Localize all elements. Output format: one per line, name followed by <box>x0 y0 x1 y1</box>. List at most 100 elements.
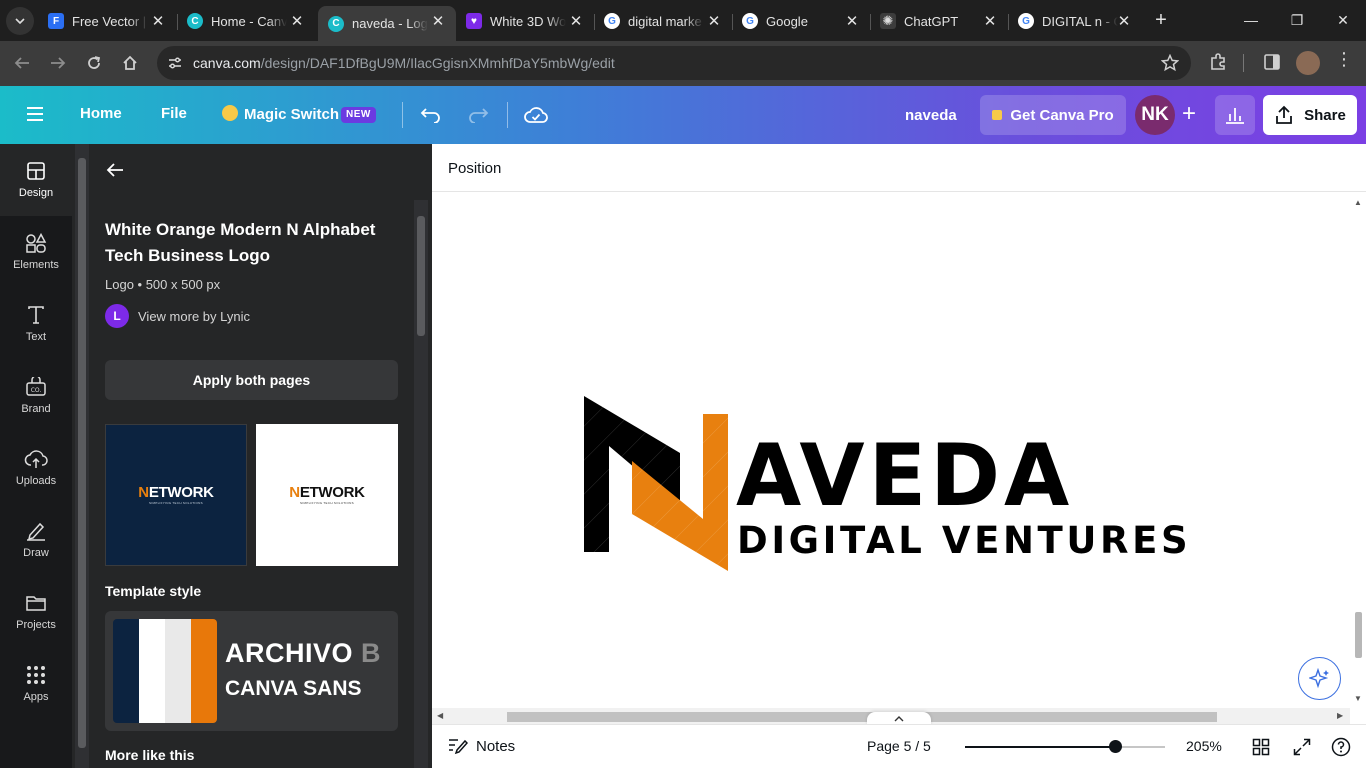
extensions-icon[interactable] <box>1208 52 1228 77</box>
position-button[interactable]: Position <box>448 160 501 177</box>
rail-item-brand[interactable]: CO. Brand <box>0 360 72 432</box>
hamburger-menu-icon[interactable] <box>25 105 45 128</box>
tab-search-button[interactable] <box>6 7 34 35</box>
template-page-thumbnail[interactable]: NETWORK SIMPLIFYING TECH SOLUTIONS <box>256 424 398 566</box>
close-tab-icon[interactable]: ✕ <box>566 11 586 31</box>
tab-title: ChatGPT <box>904 13 959 29</box>
share-button[interactable]: Share <box>1263 95 1357 135</box>
restore-icon[interactable]: ❐ <box>1283 7 1311 33</box>
rail-item-apps[interactable]: Apps <box>0 648 72 720</box>
rail-scrollbar[interactable] <box>75 144 89 768</box>
scroll-up-icon[interactable]: ▲ <box>1354 198 1362 207</box>
fullscreen-icon[interactable] <box>1291 736 1313 758</box>
canva-assistant-button[interactable] <box>1298 657 1341 700</box>
author-link[interactable]: L View more by Lynic <box>105 304 250 328</box>
crown-icon <box>992 110 1003 120</box>
close-tab-icon[interactable]: ✕ <box>704 11 724 31</box>
scrollbar-thumb[interactable] <box>507 712 1217 722</box>
help-icon[interactable] <box>1330 736 1352 758</box>
logo-n-mark[interactable] <box>582 394 732 579</box>
notes-button[interactable]: Notes <box>448 737 515 755</box>
close-tab-icon[interactable]: ✕ <box>287 11 307 31</box>
forward-icon[interactable] <box>46 51 70 75</box>
logo-wordmark[interactable]: AVEDA <box>736 433 1073 519</box>
site-info-icon[interactable] <box>165 53 185 73</box>
browser-tab[interactable]: ♥ White 3D Wo ✕ <box>456 6 594 36</box>
zoom-slider[interactable] <box>965 746 1165 748</box>
browser-tab-active[interactable]: C naveda - Logo ✕ <box>318 6 456 41</box>
address-bar[interactable]: canva.com/design/DAF1DfBgU9M/IlacGgisnXM… <box>157 46 1191 80</box>
redo-icon[interactable] <box>465 102 491 128</box>
template-page-thumbnail[interactable]: NETWORK SIMPLIFYING TECH SOLUTIONS <box>105 424 247 566</box>
template-meta: Logo • 500 x 500 px <box>105 277 221 292</box>
new-tab-button[interactable]: + <box>1150 9 1172 31</box>
rail-label: Design <box>18 187 54 199</box>
bookmark-star-icon[interactable] <box>1160 53 1180 77</box>
author-link-label: View more by Lynic <box>138 308 250 324</box>
scroll-left-icon[interactable]: ◀ <box>437 711 443 720</box>
browser-tab[interactable]: ✺ ChatGPT ✕ <box>870 6 1008 36</box>
scroll-down-icon[interactable]: ▼ <box>1354 694 1362 703</box>
browser-tab[interactable]: C Home - Canva ✕ <box>177 6 315 36</box>
profile-avatar[interactable] <box>1296 51 1320 75</box>
apply-both-pages-button[interactable]: Apply both pages <box>105 360 398 400</box>
template-style-card[interactable]: ARCHIVO B CANVA SANS <box>105 611 398 731</box>
scrollbar-thumb[interactable] <box>1355 612 1362 658</box>
rail-item-design[interactable]: Design <box>0 144 72 216</box>
close-tab-icon[interactable]: ✕ <box>428 11 448 31</box>
page-indicator[interactable]: Page 5 / 5 <box>867 738 931 754</box>
browser-menu-icon[interactable]: ⋮ <box>1335 49 1353 70</box>
share-label: Share <box>1304 106 1346 124</box>
file-menu[interactable]: File <box>161 105 187 122</box>
tab-title: naveda - Logo <box>352 16 428 31</box>
rail-item-elements[interactable]: Elements <box>0 216 72 288</box>
template-detail-panel: White Orange Modern N Alphabet Tech Busi… <box>72 144 432 768</box>
close-tab-icon[interactable]: ✕ <box>148 11 168 31</box>
home-menu[interactable]: Home <box>80 105 122 122</box>
browser-tab[interactable]: F Free Vector | ✕ <box>38 6 176 36</box>
reload-icon[interactable] <box>82 51 106 75</box>
browser-tab[interactable]: G digital marke ✕ <box>594 6 732 36</box>
invite-plus-icon[interactable]: + <box>1176 100 1202 127</box>
close-tab-icon[interactable]: ✕ <box>980 11 1000 31</box>
cloud-saved-icon[interactable] <box>523 102 549 128</box>
minimize-icon[interactable]: — <box>1237 7 1265 33</box>
close-tab-icon[interactable]: ✕ <box>842 11 862 31</box>
magic-switch-label: Magic Switch <box>244 106 340 123</box>
grid-view-icon[interactable] <box>1250 736 1272 758</box>
logo-tagline[interactable]: DIGITAL VENTURES <box>737 521 1191 561</box>
chevron-down-icon <box>15 18 25 24</box>
get-canva-pro-button[interactable]: Get Canva Pro <box>980 95 1126 135</box>
chatgpt-favicon-icon: ✺ <box>880 13 896 29</box>
body-font-sample: CANVA SANS <box>225 677 362 700</box>
magic-switch-button[interactable]: Magic Switch <box>222 105 339 123</box>
close-tab-icon[interactable]: ✕ <box>1114 11 1134 31</box>
browser-tab[interactable]: G DIGITAL n - G ✕ <box>1008 6 1142 36</box>
side-panel-icon[interactable] <box>1262 52 1282 77</box>
back-icon[interactable] <box>10 51 34 75</box>
browser-tab[interactable]: G Google ✕ <box>732 6 870 36</box>
tab-title: digital marke <box>628 13 702 29</box>
rail-item-draw[interactable]: Draw <box>0 504 72 576</box>
user-avatar[interactable]: NK <box>1135 95 1175 135</box>
scrollbar-thumb[interactable] <box>78 158 86 748</box>
rail-item-text[interactable]: Text <box>0 288 72 360</box>
zoom-value[interactable]: 205% <box>1186 738 1222 754</box>
heading-font-text: ARCHIVO <box>225 638 362 668</box>
tab-title: Free Vector | <box>72 13 147 29</box>
zoom-slider-handle[interactable] <box>1109 740 1122 753</box>
canvas-vertical-scrollbar[interactable]: ▲ ▼ <box>1350 194 1366 710</box>
home-icon[interactable] <box>118 51 142 75</box>
close-window-icon[interactable]: ✕ <box>1329 7 1357 33</box>
rail-item-projects[interactable]: Projects <box>0 576 72 648</box>
rail-item-uploads[interactable]: Uploads <box>0 432 72 504</box>
url-text: canva.com/design/DAF1DfBgU9M/IlacGgisnXM… <box>193 55 615 71</box>
document-name[interactable]: naveda <box>905 107 957 124</box>
undo-icon[interactable] <box>418 102 444 128</box>
scrollbar-thumb[interactable] <box>417 216 425 336</box>
insights-button[interactable] <box>1215 95 1255 135</box>
back-arrow-icon[interactable] <box>106 162 124 183</box>
crown-icon <box>222 105 238 121</box>
panel-scrollbar[interactable] <box>414 200 428 768</box>
scroll-right-icon[interactable]: ▶ <box>1337 711 1343 720</box>
